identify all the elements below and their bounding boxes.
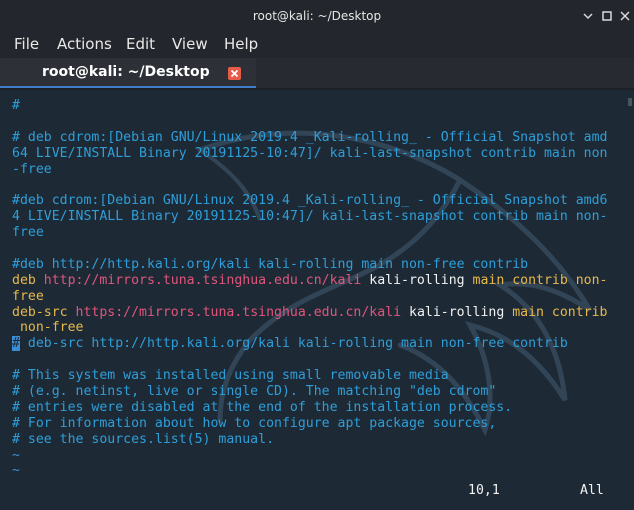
terminal-window: root@kali: ~/Desktop File Actions Edit V… — [0, 0, 634, 510]
terminal-text-segment: non-free — [12, 320, 84, 336]
terminal-text-segment: free — [12, 288, 44, 304]
close-icon[interactable] — [619, 10, 631, 22]
terminal-text-segment: main contrib non- — [472, 272, 608, 288]
terminal-text-segment: kali-rolling — [401, 304, 513, 320]
terminal-text-segment: # — [12, 98, 20, 113]
terminal-text-segment: deb-src http://http.kali.org/kali kali-r… — [19, 336, 568, 352]
terminal-text-segment: deb — [12, 272, 44, 288]
terminal-text-segment: ~ — [12, 463, 20, 479]
terminal-area[interactable]: # # deb cdrom:[Debian GNU/Linux 2019.4 _K… — [0, 90, 634, 510]
scrollbar-thumb[interactable] — [628, 98, 632, 106]
menu-actions[interactable]: Actions — [57, 35, 112, 53]
terminal-text-segment: kali-rolling — [361, 272, 473, 288]
minimize-icon[interactable] — [582, 10, 594, 22]
active-tab-indicator — [0, 86, 256, 88]
menu-help[interactable]: Help — [224, 35, 258, 53]
terminal-text-segment: ~ — [12, 447, 20, 463]
menu-edit[interactable]: Edit — [126, 35, 155, 53]
terminal-line: #deb http://http.kali.org/kali kali-roll… — [12, 257, 616, 273]
terminal-line: #deb cdrom:[Debian GNU/Linux 2019.4 _Kal… — [12, 193, 616, 209]
terminal-line: # (e.g. netinst, live or single CD). The… — [12, 384, 616, 400]
terminal-text-segment: #deb cdrom:[Debian GNU/Linux 2019.4 _Kal… — [12, 193, 608, 209]
title-bar[interactable]: root@kali: ~/Desktop — [0, 0, 634, 32]
terminal-text-segment: # deb cdrom:[Debian GNU/Linux 2019.4 _Ka… — [12, 129, 608, 145]
terminal-line: # — [12, 98, 616, 114]
terminal-line: # For information about how to configure… — [12, 416, 616, 432]
terminal-line: ~ — [12, 463, 616, 479]
terminal-line: # see the sources.list(5) manual. — [12, 432, 616, 448]
terminal-line: 64 LIVE/INSTALL Binary 20191125-10:47]/ … — [12, 146, 616, 162]
cursor-position: 10,1 — [468, 483, 500, 498]
terminal-text-segment: # entries were disabled at the end of th… — [12, 399, 513, 415]
terminal-line: # This system was installed using small … — [12, 368, 616, 384]
terminal-line: non-free — [12, 320, 616, 336]
terminal-line: -free — [12, 162, 616, 178]
terminal-text-segment: main contrib — [512, 304, 608, 320]
tab-close-icon[interactable] — [228, 67, 241, 80]
scroll-indicator: All — [580, 483, 604, 498]
menu-bar: File Actions Edit View Help — [0, 32, 634, 58]
terminal-text-segment: # (e.g. netinst, live or single CD). The… — [12, 384, 497, 400]
tab-terminal[interactable]: root@kali: ~/Desktop — [0, 58, 256, 88]
terminal-text-segment: -free — [12, 161, 52, 177]
terminal-text-segment: 4 LIVE/INSTALL Binary 20191125-10:47]/ k… — [12, 209, 608, 225]
terminal-text-segment: # For information about how to configure… — [12, 415, 497, 431]
terminal-text-segment: deb-src — [12, 304, 76, 320]
menu-view[interactable]: View — [172, 35, 208, 53]
scrollbar[interactable] — [628, 98, 632, 488]
terminal-text-segment: # This system was installed using small … — [12, 368, 449, 384]
terminal-text-segment: #deb http://http.kali.org/kali kali-roll… — [12, 256, 529, 272]
terminal-line: # deb cdrom:[Debian GNU/Linux 2019.4 _Ka… — [12, 130, 616, 146]
vim-status-line: 10,1 All — [0, 483, 634, 499]
text-cursor: # — [12, 336, 20, 352]
terminal-text-segment: 64 LIVE/INSTALL Binary 20191125-10:47]/ … — [12, 145, 608, 161]
terminal-text-segment: http://mirrors.tuna.tsinghua.edu.cn/kali — [43, 272, 362, 288]
terminal-line: deb-src https://mirrors.tuna.tsinghua.ed… — [12, 305, 616, 321]
terminal-line: deb http://mirrors.tuna.tsinghua.edu.cn/… — [12, 273, 616, 289]
terminal-text: # # deb cdrom:[Debian GNU/Linux 2019.4 _K… — [12, 98, 616, 479]
tab-label: root@kali: ~/Desktop — [42, 64, 210, 80]
terminal-line: free — [12, 225, 616, 241]
terminal-text-segment: https://mirrors.tuna.tsinghua.edu.cn/kal… — [75, 304, 402, 320]
window-title: root@kali: ~/Desktop — [252, 9, 382, 23]
menu-file[interactable]: File — [14, 35, 39, 53]
terminal-line: # deb-src http://http.kali.org/kali kali… — [12, 336, 616, 352]
maximize-icon[interactable] — [601, 10, 613, 22]
tab-bar: root@kali: ~/Desktop — [0, 58, 634, 88]
terminal-text-segment: # see the sources.list(5) manual. — [12, 431, 275, 447]
terminal-line: 4 LIVE/INSTALL Binary 20191125-10:47]/ k… — [12, 209, 616, 225]
terminal-text-segment: free — [12, 225, 44, 241]
terminal-line: free — [12, 289, 616, 305]
terminal-line: ~ — [12, 448, 616, 464]
terminal-line: # entries were disabled at the end of th… — [12, 400, 616, 416]
